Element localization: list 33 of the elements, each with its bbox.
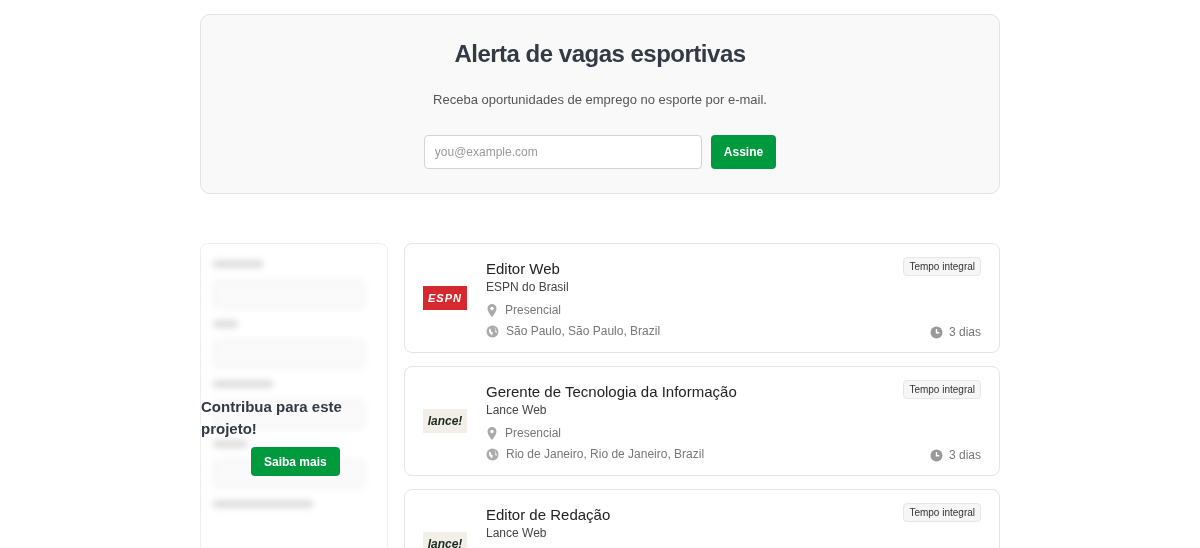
job-card[interactable]: lance! Editor de Redação Lance Web Tempo integral bbox=[404, 489, 1000, 548]
location-pin-icon bbox=[486, 303, 498, 317]
globe-icon bbox=[486, 447, 499, 461]
job-title: Editor Web bbox=[486, 260, 561, 277]
employment-type-tag: Tempo integral bbox=[903, 380, 981, 399]
location-label: São Paulo, São Paulo, Brazil bbox=[506, 324, 661, 338]
job-card[interactable]: ESPN Editor Web ESPN do Brasil Presencial São Paulo, São Paulo, Brazil Tempo integral 3 dias bbox=[404, 243, 1000, 353]
email-field[interactable]: you@example.com bbox=[423, 135, 702, 169]
company-name: Lance Web bbox=[486, 526, 548, 540]
alert-title: Alerta de vagas esportivas bbox=[454, 40, 746, 68]
alert-subtitle: Receba oportunidades de emprego no esporte por e-mail. bbox=[433, 92, 767, 107]
employment-type-tag: Tempo integral bbox=[903, 503, 981, 522]
workplace-label: Presencial bbox=[505, 303, 562, 317]
contribute-heading: Contribua para este projeto! bbox=[201, 397, 343, 439]
learn-more-button[interactable]: Saiba mais bbox=[251, 447, 340, 476]
posted-age: 3 dias bbox=[948, 448, 981, 462]
company-logo: lance! bbox=[423, 532, 467, 548]
globe-icon bbox=[486, 324, 499, 338]
job-card[interactable]: lance! Gerente de Tecnologia da Informação Lance Web Presencial Rio de Janeiro, Rio de Janeiro, Brazil Tempo integral 3 dias bbox=[404, 366, 1000, 476]
location-label: Rio de Janeiro, Rio de Janeiro, Brazil bbox=[506, 447, 705, 461]
company-name: ESPN do Brasil bbox=[486, 280, 570, 294]
clock-icon bbox=[929, 448, 943, 462]
posted-age: 3 dias bbox=[948, 325, 981, 339]
employment-type-tag: Tempo integral bbox=[903, 257, 981, 276]
subscribe-button[interactable]: Assine bbox=[710, 135, 777, 169]
company-logo: ESPN bbox=[423, 286, 467, 310]
clock-icon bbox=[929, 325, 943, 339]
company-name: Lance Web bbox=[486, 403, 548, 417]
workplace-label: Presencial bbox=[505, 426, 562, 440]
job-title: Editor de Redação bbox=[486, 506, 612, 523]
company-logo: lance! bbox=[423, 409, 467, 433]
location-pin-icon bbox=[486, 426, 498, 440]
job-title: Gerente de Tecnologia da Informação bbox=[486, 383, 738, 400]
